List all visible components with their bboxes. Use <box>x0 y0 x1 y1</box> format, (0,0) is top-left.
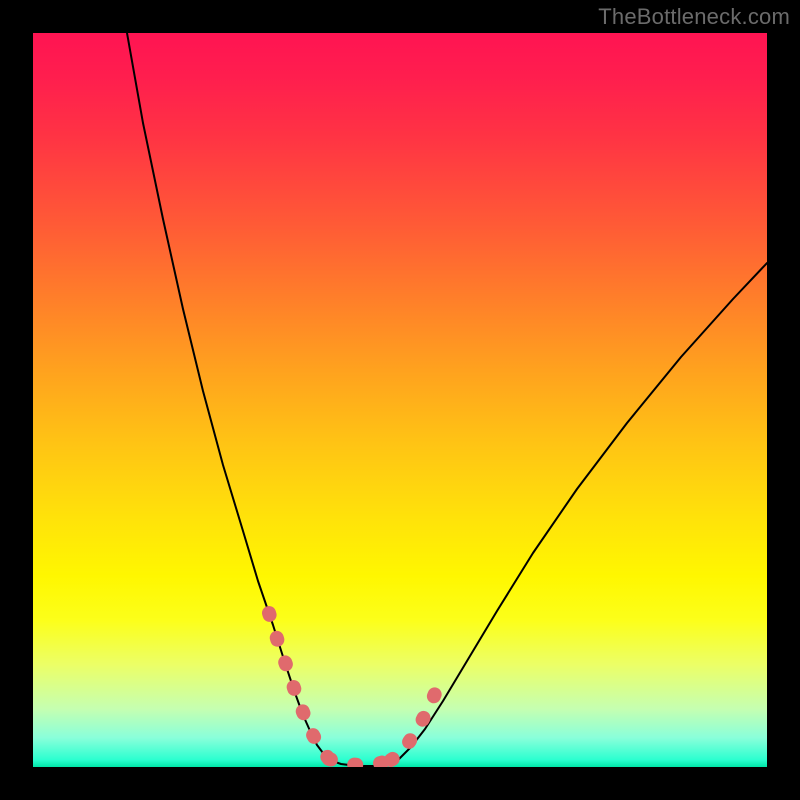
plot-frame <box>33 33 767 767</box>
highlight-left <box>269 613 329 759</box>
curve-left-arm <box>127 33 327 759</box>
plot-curves-svg <box>33 33 767 767</box>
curve-right-arm <box>399 263 767 759</box>
watermark-text: TheBottleneck.com <box>598 4 790 30</box>
highlight-right <box>391 689 437 760</box>
